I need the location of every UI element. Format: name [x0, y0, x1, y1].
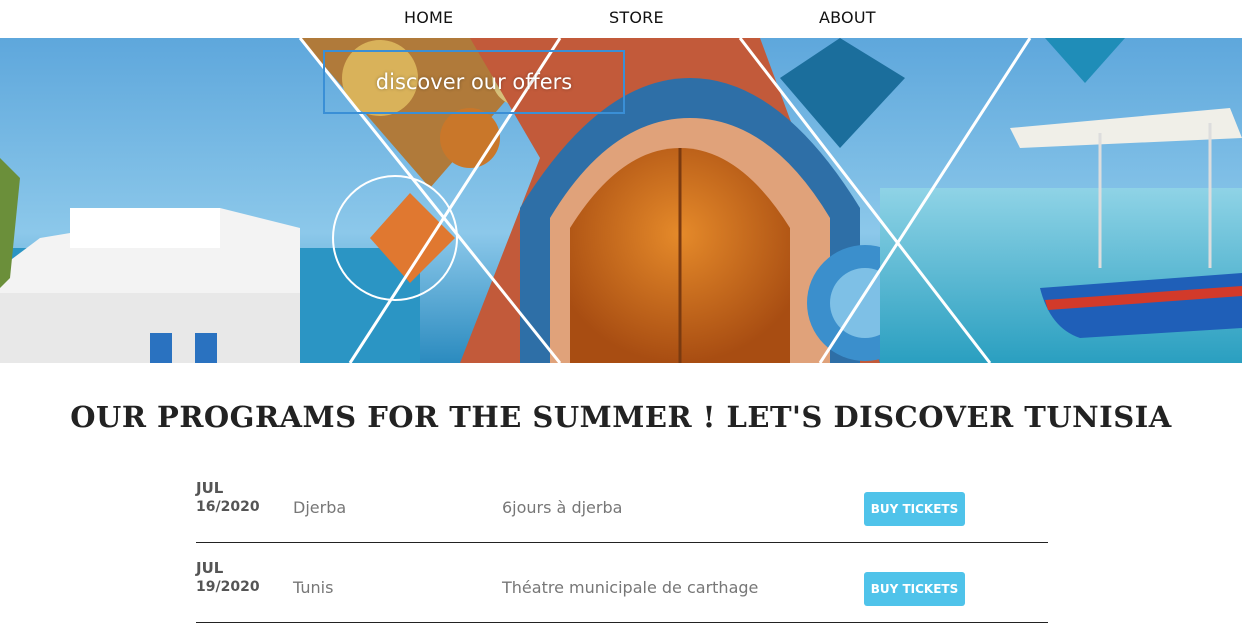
event-description: Théatre municipale de carthage [502, 578, 759, 597]
nav-home-link[interactable]: HOME [404, 8, 453, 27]
buy-tickets-button[interactable]: BUY TICKETS [864, 492, 965, 526]
event-city: Djerba [293, 498, 347, 517]
discover-offers-button[interactable]: discover our offers [323, 50, 625, 114]
top-nav: HOME STORE ABOUT [0, 0, 1242, 38]
event-row: JUL 16/2020 Djerba 6jours à djerba BUY T… [196, 463, 1048, 543]
event-row: JUL 19/2020 Tunis Théatre municipale de … [196, 543, 1048, 623]
event-date: 16/2020 [196, 499, 260, 515]
hero-banner: discover our offers [0, 38, 1242, 363]
event-month: JUL [196, 559, 224, 577]
programs-title: OUR PROGRAMS FOR THE SUMMER ! LET'S DISC… [70, 400, 1172, 434]
nav-about-link[interactable]: ABOUT [819, 8, 876, 27]
event-city: Tunis [293, 578, 334, 597]
event-month: JUL [196, 479, 224, 497]
event-description: 6jours à djerba [502, 498, 623, 517]
event-date: 19/2020 [196, 579, 260, 595]
nav-store-link[interactable]: STORE [609, 8, 664, 27]
buy-tickets-button[interactable]: BUY TICKETS [864, 572, 965, 606]
